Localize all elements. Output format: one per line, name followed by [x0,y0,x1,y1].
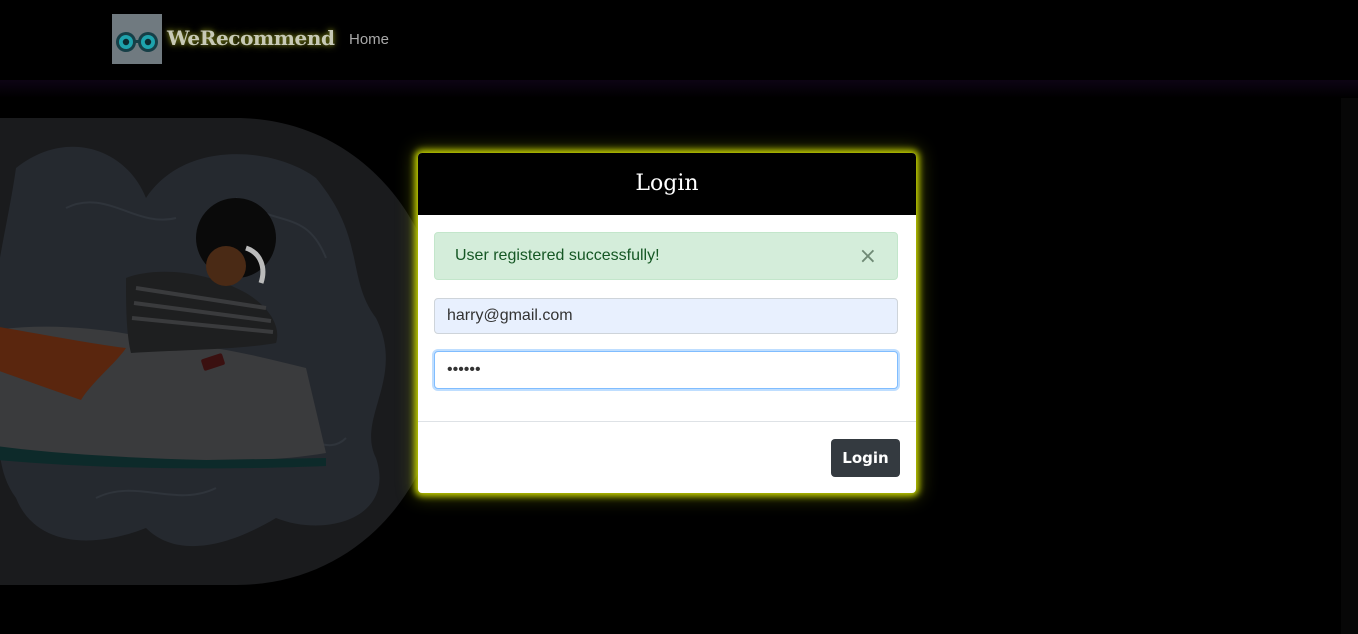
modal-footer-divider [418,421,916,422]
alert-message: User registered successfully! [455,247,660,264]
success-alert: User registered successfully! × [434,232,898,280]
navbar: WeRecommend Home [0,0,1358,80]
scrollbar-track[interactable] [1341,98,1358,634]
modal-title: Login [635,170,699,196]
brand-name: WeRecommend [167,26,335,50]
login-button[interactable]: Login [831,439,900,477]
close-icon[interactable]: × [859,246,877,268]
modal-header: Login [418,153,916,215]
login-modal: Login User registered successfully! × Lo… [418,153,916,493]
navbar-shadow [0,80,1358,98]
password-field[interactable] [434,351,898,389]
logo-icon [112,14,162,64]
brand[interactable]: WeRecommend [112,14,335,64]
email-field[interactable] [434,298,898,334]
hero-illustration [0,118,456,592]
nav-link-home[interactable]: Home [349,31,389,48]
